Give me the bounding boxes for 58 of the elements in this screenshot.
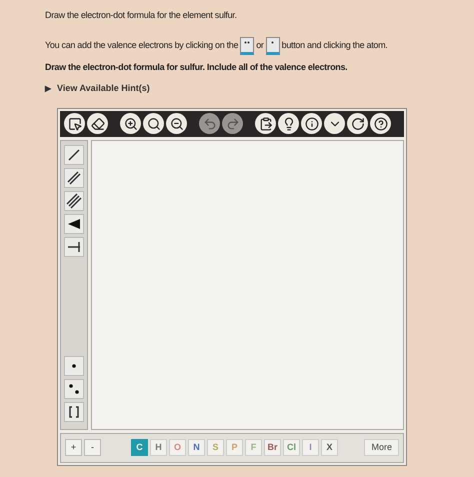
paste-button[interactable] (255, 113, 276, 134)
zoom-in-button[interactable] (120, 113, 141, 134)
instruction-text: or (256, 38, 264, 52)
element-button[interactable]: I (302, 439, 319, 456)
element-button[interactable]: Br (264, 439, 281, 456)
element-button[interactable]: S (207, 439, 224, 456)
bond-tool-button[interactable] (64, 168, 84, 188)
dot-tool-button[interactable] (64, 356, 84, 376)
element-button[interactable]: X (321, 439, 338, 456)
dot-tool-button[interactable] (64, 378, 84, 398)
element-button[interactable]: N (188, 439, 205, 456)
double-bond-icon (66, 170, 82, 186)
undo-icon (202, 116, 216, 130)
single-bond-icon (66, 146, 82, 162)
single-dot-icon (72, 364, 76, 368)
more-button[interactable] (324, 113, 345, 134)
instruction-text: You can add the valence electrons by clicking on the (45, 38, 238, 52)
eraser-icon (90, 116, 104, 130)
bond-tool-button[interactable] (64, 144, 84, 164)
select-button[interactable] (64, 113, 85, 134)
zoom-icon (146, 116, 160, 130)
single-dot-icon (271, 40, 274, 44)
charge-button[interactable]: + (65, 439, 82, 456)
bond-tool-button[interactable] (64, 214, 84, 234)
hint-button[interactable] (278, 113, 299, 134)
erase-button[interactable] (87, 113, 108, 134)
element-button[interactable]: C (131, 439, 148, 456)
help-button[interactable] (370, 113, 391, 134)
question-text: Draw the electron-dot formula for the element sulfur. (45, 9, 238, 22)
reset-icon (350, 116, 364, 130)
hints-toggle[interactable]: ▶ View Available Hint(s) (45, 82, 150, 96)
zoom-out-icon (170, 116, 184, 130)
paste-icon (258, 116, 272, 130)
element-button[interactable]: O (169, 439, 186, 456)
single-electron-button[interactable] (266, 36, 280, 54)
reset-button[interactable] (347, 113, 368, 134)
element-button[interactable]: H (150, 439, 167, 456)
zoom-fit-button[interactable] (143, 113, 164, 134)
bond-tool-button[interactable] (64, 236, 84, 256)
select-icon (68, 116, 82, 130)
redo-icon (226, 116, 240, 130)
more-button[interactable]: More (364, 439, 399, 456)
element-button[interactable]: Cl (283, 439, 300, 456)
info-button[interactable] (301, 113, 322, 134)
lone-pair-button[interactable] (240, 36, 254, 54)
help-icon (374, 116, 388, 130)
element-button[interactable]: P (226, 439, 243, 456)
task-text: Draw the electron-dot formula for sulfur. Include all of the valence electrons. (45, 60, 348, 74)
element-button[interactable]: F (245, 439, 262, 456)
zoom-in-icon (124, 116, 138, 130)
zoom-out-button[interactable] (166, 113, 187, 134)
dot-pair-icon (244, 40, 250, 44)
info-icon (304, 116, 318, 130)
bond-tool-button[interactable] (64, 190, 84, 210)
charge-button[interactable]: - (84, 439, 101, 456)
instruction-text: button and clicking the atom. (282, 38, 388, 52)
dot-tool-button[interactable] (64, 402, 84, 422)
triple-bond-icon (66, 192, 82, 208)
